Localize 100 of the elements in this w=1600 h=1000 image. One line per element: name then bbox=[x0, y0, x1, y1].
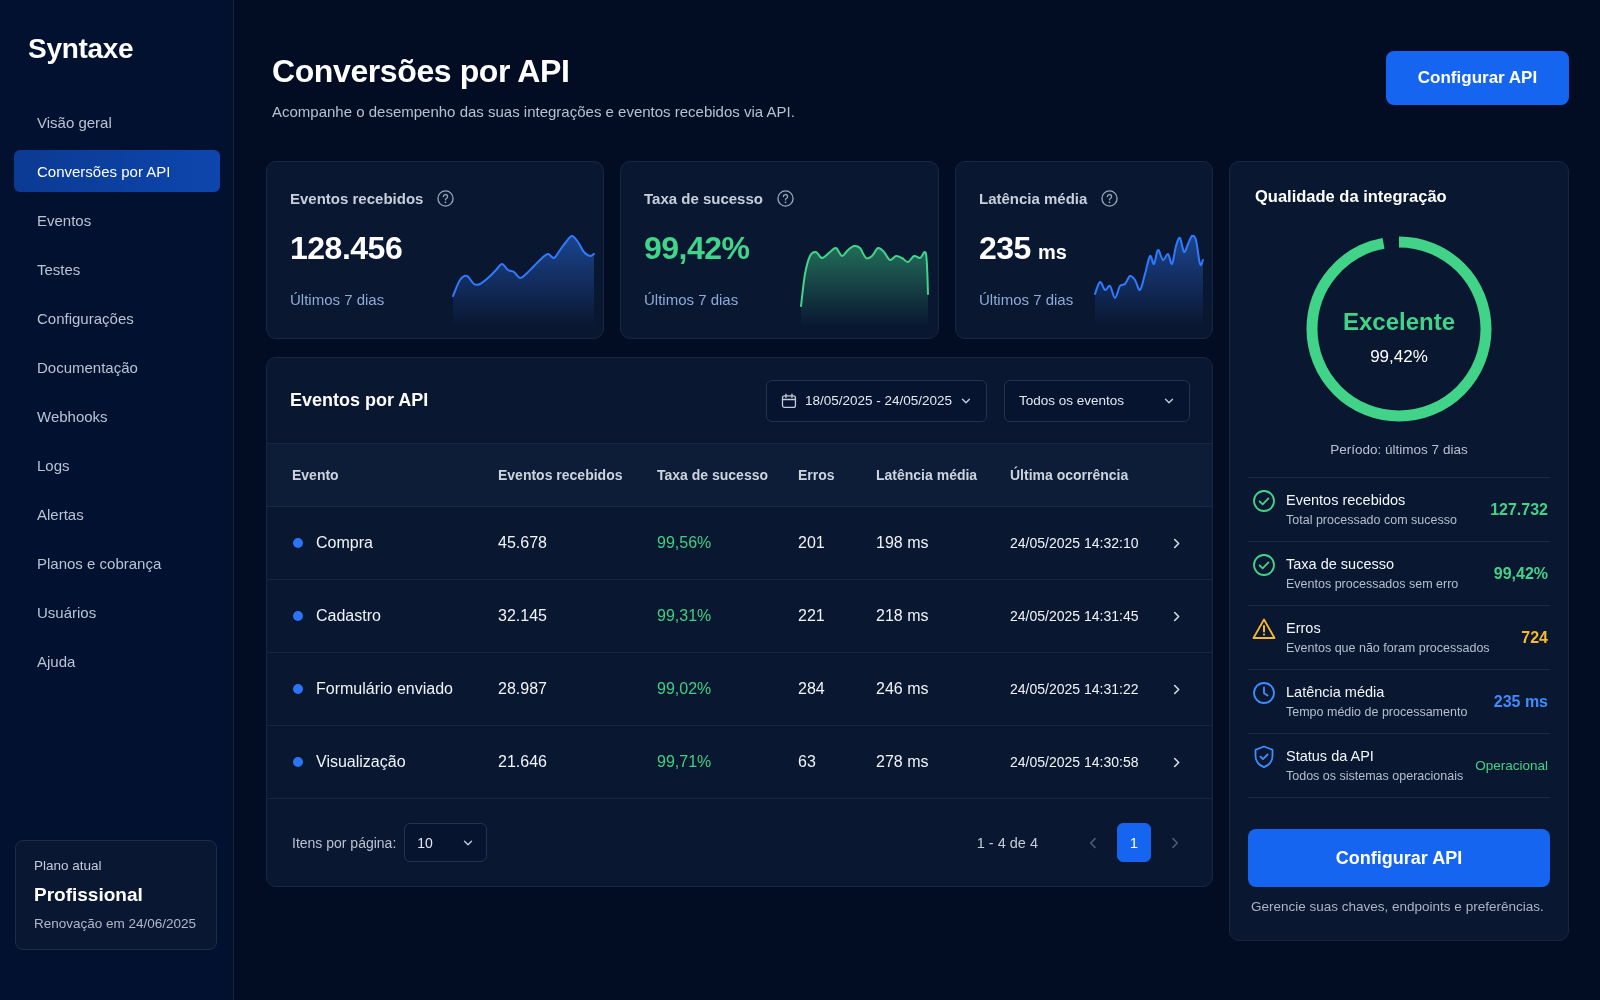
dot-icon bbox=[293, 757, 303, 767]
configure-api-button[interactable]: Configurar API bbox=[1386, 51, 1569, 105]
table-cell-text: 198 ms bbox=[876, 534, 930, 552]
nav-item[interactable]: Ajuda bbox=[14, 640, 220, 682]
column-header: Evento bbox=[292, 467, 340, 483]
metric-description: Eventos que não foram processados bbox=[1286, 641, 1491, 655]
dot-icon bbox=[293, 611, 303, 621]
help-icon[interactable] bbox=[437, 189, 455, 207]
nav-item[interactable]: Logs bbox=[14, 444, 220, 486]
stat-period: Últimos 7 dias bbox=[290, 290, 386, 310]
nav-item[interactable]: Alertas bbox=[14, 493, 220, 535]
table-cell: Compra bbox=[316, 534, 373, 552]
quality-period: Período: últimos 7 dias bbox=[1330, 442, 1468, 457]
nav-item[interactable]: Planos e cobrança bbox=[14, 542, 220, 584]
stat-value: 235 bbox=[979, 229, 1031, 268]
nav-item[interactable]: Visão geral bbox=[14, 101, 220, 143]
column-header: Erros bbox=[798, 467, 836, 483]
nav-item[interactable]: Configurações bbox=[14, 297, 220, 339]
table-cell: Visualização bbox=[316, 753, 406, 771]
panel-note: Gerencie suas chaves, endpoints e preferências. bbox=[1250, 899, 1545, 914]
metric-value: 127.732 bbox=[1490, 500, 1548, 519]
table-cell-text: 32.145 bbox=[498, 607, 548, 625]
check-circle-icon bbox=[1252, 489, 1276, 513]
table-cell-text: 24/05/2025 14:32:10 bbox=[1010, 535, 1140, 551]
stat-label: Taxa de sucesso bbox=[644, 189, 763, 207]
table-cell-text: 201 bbox=[798, 534, 826, 552]
metric-title: Status da API bbox=[1286, 748, 1375, 764]
dot-icon bbox=[293, 684, 303, 694]
table-cell: Formulário enviado bbox=[316, 680, 453, 698]
table-cell-text: 278 ms bbox=[876, 753, 930, 771]
page-button[interactable]: 1 bbox=[1117, 823, 1151, 862]
nav-item[interactable]: Eventos bbox=[14, 199, 220, 241]
table-cell-text: 24/05/2025 14:31:22 bbox=[1010, 681, 1140, 697]
stat-value: 128.456 bbox=[290, 229, 403, 268]
stat-label: Latência média bbox=[979, 189, 1088, 207]
table-cell-text: 99,56% bbox=[657, 534, 713, 552]
table-cell-text: 99,02% bbox=[657, 680, 713, 698]
table-cell-text: 221 bbox=[798, 607, 826, 625]
metric-value: 724 bbox=[1521, 628, 1548, 647]
metric-title: Erros bbox=[1286, 620, 1322, 636]
stat-label: Eventos recebidos bbox=[290, 189, 424, 207]
configure-api-button[interactable]: Configurar API bbox=[1248, 829, 1550, 887]
per-page-select[interactable]: 10 bbox=[404, 823, 488, 862]
check-circle-icon bbox=[1252, 553, 1276, 577]
nav-item[interactable]: Conversões por API bbox=[14, 150, 220, 192]
table-cell-text: 21.646 bbox=[498, 753, 548, 771]
stat-period: Últimos 7 dias bbox=[644, 290, 740, 310]
stat-unit: ms bbox=[1037, 241, 1067, 264]
table-cell-text: 246 ms bbox=[876, 680, 930, 698]
nav-item[interactable]: Documentação bbox=[14, 346, 220, 388]
help-icon[interactable] bbox=[776, 189, 794, 207]
quality-rating: Excelente bbox=[1342, 307, 1456, 336]
table-cell-text: 24/05/2025 14:31:45 bbox=[1010, 608, 1140, 624]
metric-description: Eventos processados sem erro bbox=[1286, 577, 1460, 591]
brand-logo: Syntaxe bbox=[27, 32, 135, 66]
date-range-dropdown[interactable]: 18/05/2025 - 24/05/2025 bbox=[766, 379, 987, 422]
quality-value: 99,42% bbox=[1370, 346, 1428, 367]
table-cell-text: 63 bbox=[798, 753, 817, 771]
metric-value: 235 ms bbox=[1493, 692, 1548, 711]
table-cell-text: 45.678 bbox=[498, 534, 548, 552]
per-page-label: Itens por página: bbox=[292, 834, 397, 851]
table-cell-text: 28.987 bbox=[498, 680, 548, 698]
page-title: Conversões por API bbox=[272, 52, 571, 91]
table-cell-text: 218 ms bbox=[876, 607, 930, 625]
pagination-range: 1 - 4 de 4 bbox=[976, 834, 1038, 851]
table-cell-text: 284 bbox=[798, 680, 826, 698]
column-header: Eventos recebidos bbox=[498, 467, 624, 483]
metric-description: Todos os sistemas operacionais bbox=[1286, 769, 1465, 783]
shield-check-icon bbox=[1252, 745, 1276, 769]
column-header: Latência média bbox=[876, 467, 979, 483]
metric-title: Latência média bbox=[1286, 684, 1386, 700]
stat-value: 99,42% bbox=[644, 229, 750, 268]
metric-title: Eventos recebidos bbox=[1286, 492, 1407, 508]
metric-title: Taxa de sucesso bbox=[1286, 556, 1395, 572]
nav-item[interactable]: Webhooks bbox=[14, 395, 220, 437]
metric-value: Operacional bbox=[1475, 758, 1548, 773]
warning-icon bbox=[1252, 617, 1276, 641]
nav-item[interactable]: Usuários bbox=[14, 591, 220, 633]
table-cell-text: 24/05/2025 14:30:58 bbox=[1010, 754, 1140, 770]
table-cell-text: 99,31% bbox=[657, 607, 713, 625]
clock-icon bbox=[1252, 681, 1276, 705]
calendar-icon bbox=[781, 392, 797, 409]
table-title: Eventos por API bbox=[290, 390, 429, 411]
page-subtitle: Acompanhe o desempenho das suas integrações e eventos recebidos via API. bbox=[272, 102, 795, 122]
plan-name: Profissional bbox=[34, 884, 144, 906]
nav-item[interactable]: Testes bbox=[14, 248, 220, 290]
dot-icon bbox=[293, 538, 303, 548]
stat-period: Últimos 7 dias bbox=[979, 290, 1075, 310]
table-cell: Cadastro bbox=[316, 607, 381, 625]
plan-caption: Plano atual bbox=[34, 857, 103, 874]
metric-description: Tempo médio de processamento bbox=[1286, 705, 1469, 719]
panel-title: Qualidade da integração bbox=[1255, 186, 1448, 206]
plan-renewal: Renovação em 24/06/2025 bbox=[34, 915, 198, 933]
event-filter-dropdown[interactable]: Todos os eventos bbox=[1004, 379, 1190, 422]
help-icon[interactable] bbox=[1101, 189, 1119, 207]
metric-value: 99,42% bbox=[1493, 564, 1548, 583]
table-cell-text: 99,71% bbox=[657, 753, 713, 771]
column-header: Última ocorrência bbox=[1010, 467, 1130, 483]
metric-description: Total processado com sucesso bbox=[1286, 513, 1458, 527]
column-header: Taxa de sucesso bbox=[657, 467, 770, 483]
